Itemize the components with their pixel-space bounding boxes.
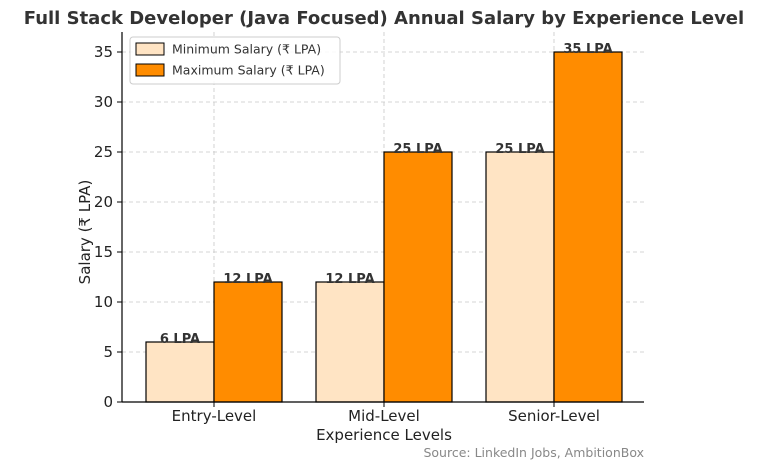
y-tick-label: 5: [103, 343, 113, 361]
y-tick-label: 35: [94, 43, 113, 61]
x-tick-label: Entry-Level: [172, 407, 257, 425]
legend-label-minimum: Minimum Salary (₹ LPA): [172, 42, 321, 57]
bar-maximum-entry-level: [213, 281, 283, 403]
bar-minimum-entry-level: [145, 341, 215, 403]
bar-value-label: 25 LPA: [495, 142, 544, 157]
legend-swatch-minimum: [135, 42, 165, 56]
x-tick-label: Senior-Level: [508, 407, 600, 425]
bar-minimum-mid-level: [315, 281, 385, 403]
bar-value-label: 35 LPA: [563, 42, 612, 57]
x-tick-label: Mid-Level: [348, 407, 420, 425]
bar-maximum-mid-level: [383, 151, 453, 403]
y-tick-label: 20: [94, 193, 113, 211]
bar-value-label: 12 LPA: [223, 272, 272, 287]
legend-swatch-maximum: [135, 63, 165, 77]
bar-value-label: 25 LPA: [393, 142, 442, 157]
y-tick-label: 25: [94, 143, 113, 161]
source-note: Source: LinkedIn Jobs, AmbitionBox: [423, 445, 644, 460]
bar-value-label: 12 LPA: [325, 272, 374, 287]
y-tick-label: 15: [94, 243, 113, 261]
y-tick-label: 30: [94, 93, 113, 111]
y-tick-label: 10: [94, 293, 113, 311]
legend: Minimum Salary (₹ LPA) Maximum Salary (₹…: [129, 36, 341, 85]
y-tick-label: 0: [103, 393, 113, 411]
bar-value-label: 6 LPA: [160, 332, 200, 347]
bar-minimum-senior-level: [485, 151, 555, 403]
salary-chart: Full Stack Developer (Java Focused) Annu…: [24, 8, 744, 460]
x-axis-label: Experience Levels: [316, 426, 452, 444]
legend-label-maximum: Maximum Salary (₹ LPA): [172, 63, 325, 78]
bar-maximum-senior-level: [553, 51, 623, 403]
chart-title: Full Stack Developer (Java Focused) Annu…: [24, 8, 744, 29]
y-axis-label: Salary (₹ LPA): [76, 180, 94, 285]
